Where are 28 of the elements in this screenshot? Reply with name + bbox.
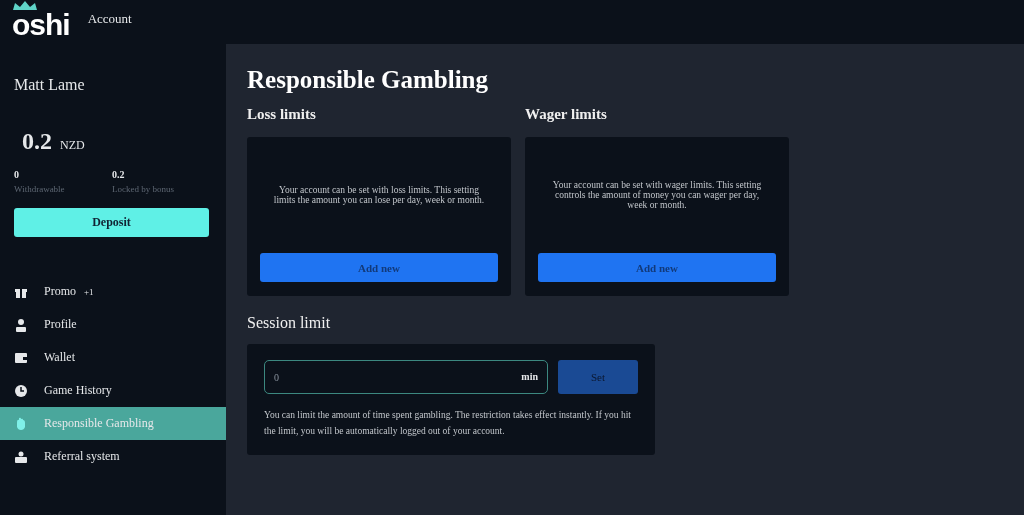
stat-label: Withdrawable <box>14 184 66 194</box>
menu-item[interactable]: Profile <box>0 308 226 341</box>
people-icon <box>14 449 28 464</box>
card-description: Your account can be set with loss limits. This setting limits the amount you can lose per day, week or month. <box>272 184 486 207</box>
section-heading: Loss limits <box>247 106 317 123</box>
currency: NZD <box>60 138 85 153</box>
deposit-button[interactable]: Deposit <box>14 208 209 237</box>
session-description: You can limit the amount of time spent gambling. The restriction takes effect instantly. If you hit the limit, you will be automatically logged out of your account. <box>264 409 632 438</box>
stat-label: Locked by bonus <box>112 184 175 194</box>
stat-value: 0 <box>14 169 20 180</box>
unit-label: min <box>521 371 538 382</box>
menu-item[interactable]: Wallet <box>0 341 226 374</box>
person-icon <box>14 317 28 332</box>
clock-icon <box>14 383 28 398</box>
logo[interactable]: oshi <box>12 3 70 41</box>
balance-amount: 0.2 <box>22 128 52 155</box>
menu-item[interactable]: Game History <box>0 374 226 407</box>
menu-item[interactable]: Promo +1 <box>0 275 226 308</box>
menu-item[interactable]: Referral system <box>0 440 226 473</box>
section-heading: Wager limits <box>525 106 608 123</box>
wallet-icon <box>14 350 28 365</box>
section-heading: Session limit <box>247 314 332 332</box>
page-title: Responsible Gambling <box>247 66 490 94</box>
section-title: Account <box>87 11 132 27</box>
user-name: Matt Lame <box>13 75 86 94</box>
crown-icon <box>12 1 38 11</box>
stat-value: 0.2 <box>112 169 126 180</box>
card-description: Your account can be set with wager limits. This setting controls the amount of money you can wager per day, week or month. <box>551 179 763 212</box>
